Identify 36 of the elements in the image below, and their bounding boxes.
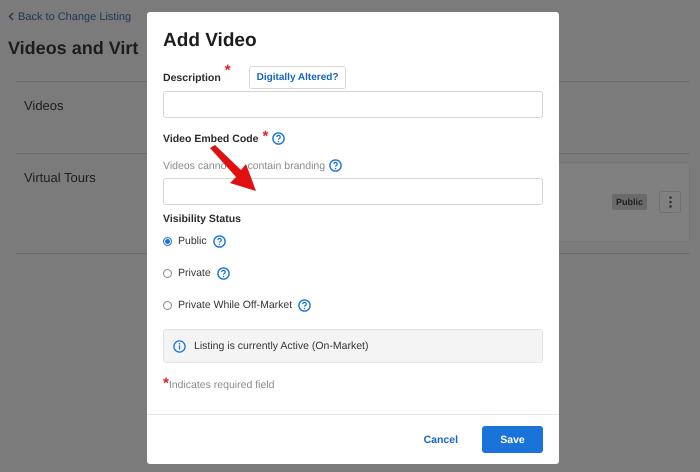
cancel-button[interactable]: Cancel: [418, 432, 464, 446]
help-icon[interactable]: [329, 159, 342, 172]
radio-button[interactable]: [163, 268, 172, 278]
section-label: Virtual Tours: [24, 170, 97, 185]
radio-button[interactable]: [163, 300, 172, 310]
more-button[interactable]: [659, 191, 681, 213]
help-icon[interactable]: [272, 132, 286, 145]
status-badge: Public: [612, 194, 647, 210]
help-icon[interactable]: [298, 298, 312, 312]
radio-label: Private While Off-Market: [178, 299, 292, 311]
description-field[interactable]: [163, 91, 543, 118]
radio-button[interactable]: [163, 236, 172, 246]
field-label: Video Embed Code: [163, 132, 258, 144]
radio-label: Private: [178, 267, 211, 279]
required-mark: *: [224, 66, 231, 76]
radio-label: Public: [178, 235, 207, 247]
embed-code-field[interactable]: [163, 178, 543, 205]
info-text: Listing is currently Active (On-Market): [194, 340, 368, 352]
field-hint: Videos canno: [163, 160, 226, 172]
help-icon[interactable]: [212, 234, 226, 248]
dots-icon: [668, 196, 672, 208]
info-icon: [173, 340, 186, 352]
page-title: Videos and Virt: [8, 38, 138, 59]
field-hint: contain branding: [247, 160, 326, 172]
save-button[interactable]: Save: [482, 426, 543, 453]
section-label: Videos: [24, 98, 65, 113]
back-link[interactable]: Back to Change Listing: [8, 10, 132, 22]
help-icon[interactable]: [216, 266, 230, 280]
chevron-left-icon: [8, 12, 14, 21]
required-note: Indicates required field: [168, 379, 274, 391]
digitally-altered-button[interactable]: Digitally Altered?: [248, 66, 346, 89]
required-mark: *: [163, 379, 169, 389]
required-mark: *: [262, 132, 268, 142]
field-label: Visibility Status: [163, 213, 241, 225]
field-label: Description: [163, 72, 221, 84]
dialog-title: Add Video: [163, 30, 258, 52]
